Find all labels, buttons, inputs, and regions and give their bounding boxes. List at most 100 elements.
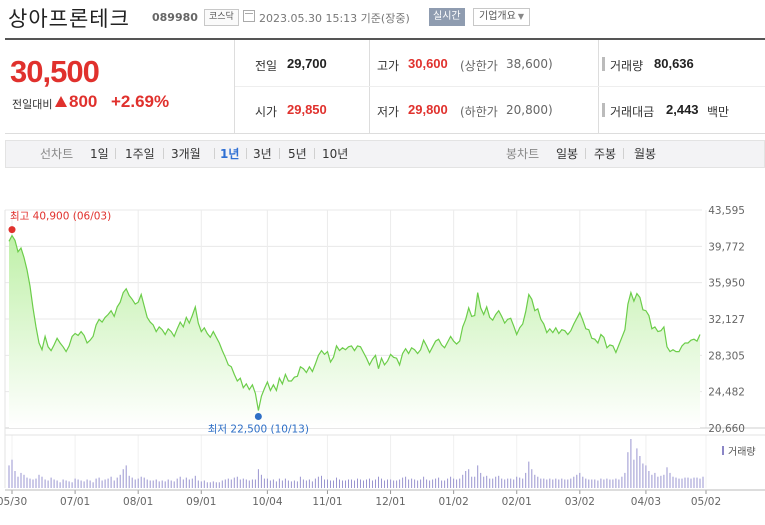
- company-overview-label: 기업개요: [479, 11, 516, 22]
- volume-bar: [50, 477, 52, 488]
- volume-bar: [68, 481, 70, 488]
- volume-bar: [414, 479, 416, 488]
- volume-bar: [116, 477, 118, 488]
- volume-bar: [92, 482, 94, 488]
- volume-bar: [32, 479, 34, 488]
- volume-bar: [534, 474, 536, 488]
- volume-bar: [140, 476, 142, 488]
- volume-bar: [399, 479, 401, 488]
- volume-bar: [585, 478, 587, 488]
- volume-bar: [236, 476, 238, 488]
- period-5y[interactable]: 5년: [288, 145, 307, 162]
- toolbar-divider: [314, 148, 315, 159]
- volume-bar: [125, 465, 127, 488]
- volume-bar: [612, 479, 614, 488]
- stock-code: 089980: [152, 11, 198, 24]
- y-tick-label: 20,660: [708, 423, 745, 435]
- toolbar-divider: [279, 148, 280, 159]
- volume-bar: [194, 475, 196, 489]
- quote-datetime: 2023.05.30 15:13 기준(장중): [259, 12, 410, 25]
- volume-bar: [564, 479, 566, 488]
- volume-bar: [233, 477, 235, 488]
- volume-bar: [155, 479, 157, 488]
- x-tick-label: 03/02: [565, 496, 595, 508]
- period-3y[interactable]: 3년: [253, 145, 272, 162]
- volume-bar: [95, 478, 97, 488]
- volume-bar: [245, 479, 247, 488]
- volume-bar: [651, 474, 653, 488]
- volume-bar: [47, 480, 49, 488]
- x-tick-label: 12/01: [375, 496, 405, 508]
- volume-bar: [606, 478, 608, 488]
- volume-bar: [441, 480, 443, 488]
- volume-bar: [621, 476, 623, 488]
- volume-bar: [657, 476, 659, 488]
- period-1w[interactable]: 1주일: [125, 145, 155, 162]
- change-percent: +2.69%: [111, 92, 170, 111]
- volume-bar: [134, 479, 136, 488]
- volume-value: 80,636: [654, 56, 694, 71]
- volume-bar: [8, 465, 10, 488]
- company-name: 상아프론테크: [8, 7, 130, 31]
- volume-bar: [609, 479, 611, 488]
- volume-bar: [35, 478, 37, 488]
- volume-bar: [212, 481, 214, 488]
- volume-bar: [597, 480, 599, 488]
- volume-bar: [645, 465, 647, 488]
- x-tick-label: 01/02: [439, 496, 469, 508]
- volume-bar: [615, 478, 617, 488]
- caret-down-icon: ▼: [517, 12, 524, 21]
- candle-daily[interactable]: 일봉: [556, 145, 578, 162]
- volume-bar: [627, 452, 629, 488]
- volume-bar: [342, 480, 343, 488]
- volume-bar: [543, 478, 545, 488]
- volume-bar: [489, 478, 491, 488]
- volume-bar: [251, 479, 253, 488]
- volume-bar: [311, 481, 313, 488]
- volume-bar: [299, 476, 301, 488]
- volume-bar: [227, 478, 229, 488]
- volume-bar: [525, 472, 527, 488]
- prev-close-value: 29,700: [287, 56, 327, 71]
- volume-bar: [411, 478, 413, 488]
- volume-bar: [477, 465, 479, 488]
- volume-bar: [588, 479, 590, 488]
- volume-bar: [191, 478, 193, 488]
- period-3m[interactable]: 3개월: [171, 145, 201, 162]
- candle-weekly[interactable]: 주봉: [594, 145, 616, 162]
- period-1d[interactable]: 1일: [90, 145, 109, 162]
- volume-bar: [618, 479, 620, 488]
- volume-bar: [305, 480, 307, 488]
- volume-bar: [26, 477, 28, 488]
- volume-bar: [351, 479, 352, 488]
- volume-bar: [314, 478, 316, 488]
- volume-bar: [239, 479, 241, 488]
- company-overview-dropdown[interactable]: 기업개요 ▼: [473, 8, 530, 26]
- volume-bar: [471, 476, 473, 488]
- price-chart[interactable]: 43,595 39,772 35,950 32,127 28,305 24,482 20,6…: [0, 170, 765, 525]
- toolbar-divider: [214, 148, 215, 159]
- realtime-button[interactable]: 실시간: [429, 8, 465, 26]
- open-value: 29,850: [287, 102, 327, 117]
- period-10y[interactable]: 10년: [322, 145, 348, 162]
- volume-bar: [143, 477, 145, 488]
- volume-bar: [561, 478, 563, 488]
- x-tick-label: 02/01: [502, 496, 532, 508]
- volume-bar: [218, 482, 220, 488]
- volume-bar: [221, 480, 223, 488]
- volume-bar: [495, 476, 497, 488]
- amount-value: 2,443: [666, 102, 699, 117]
- volume-bar: [690, 478, 692, 488]
- candle-monthly[interactable]: 월봉: [634, 145, 656, 162]
- volume-bar: [110, 476, 112, 488]
- volume-bar: [209, 482, 211, 488]
- volume-bar: [453, 478, 455, 488]
- low-annotation: 최저 22,500 (10/13): [208, 424, 309, 436]
- period-1y[interactable]: 1년: [220, 145, 239, 162]
- volume-bar: [327, 479, 328, 488]
- volume-bar: [546, 479, 548, 488]
- amount-unit: 백만: [707, 105, 730, 119]
- volume-bar: [678, 478, 680, 488]
- volume-bar: [173, 481, 175, 488]
- volume-bar: [278, 478, 280, 488]
